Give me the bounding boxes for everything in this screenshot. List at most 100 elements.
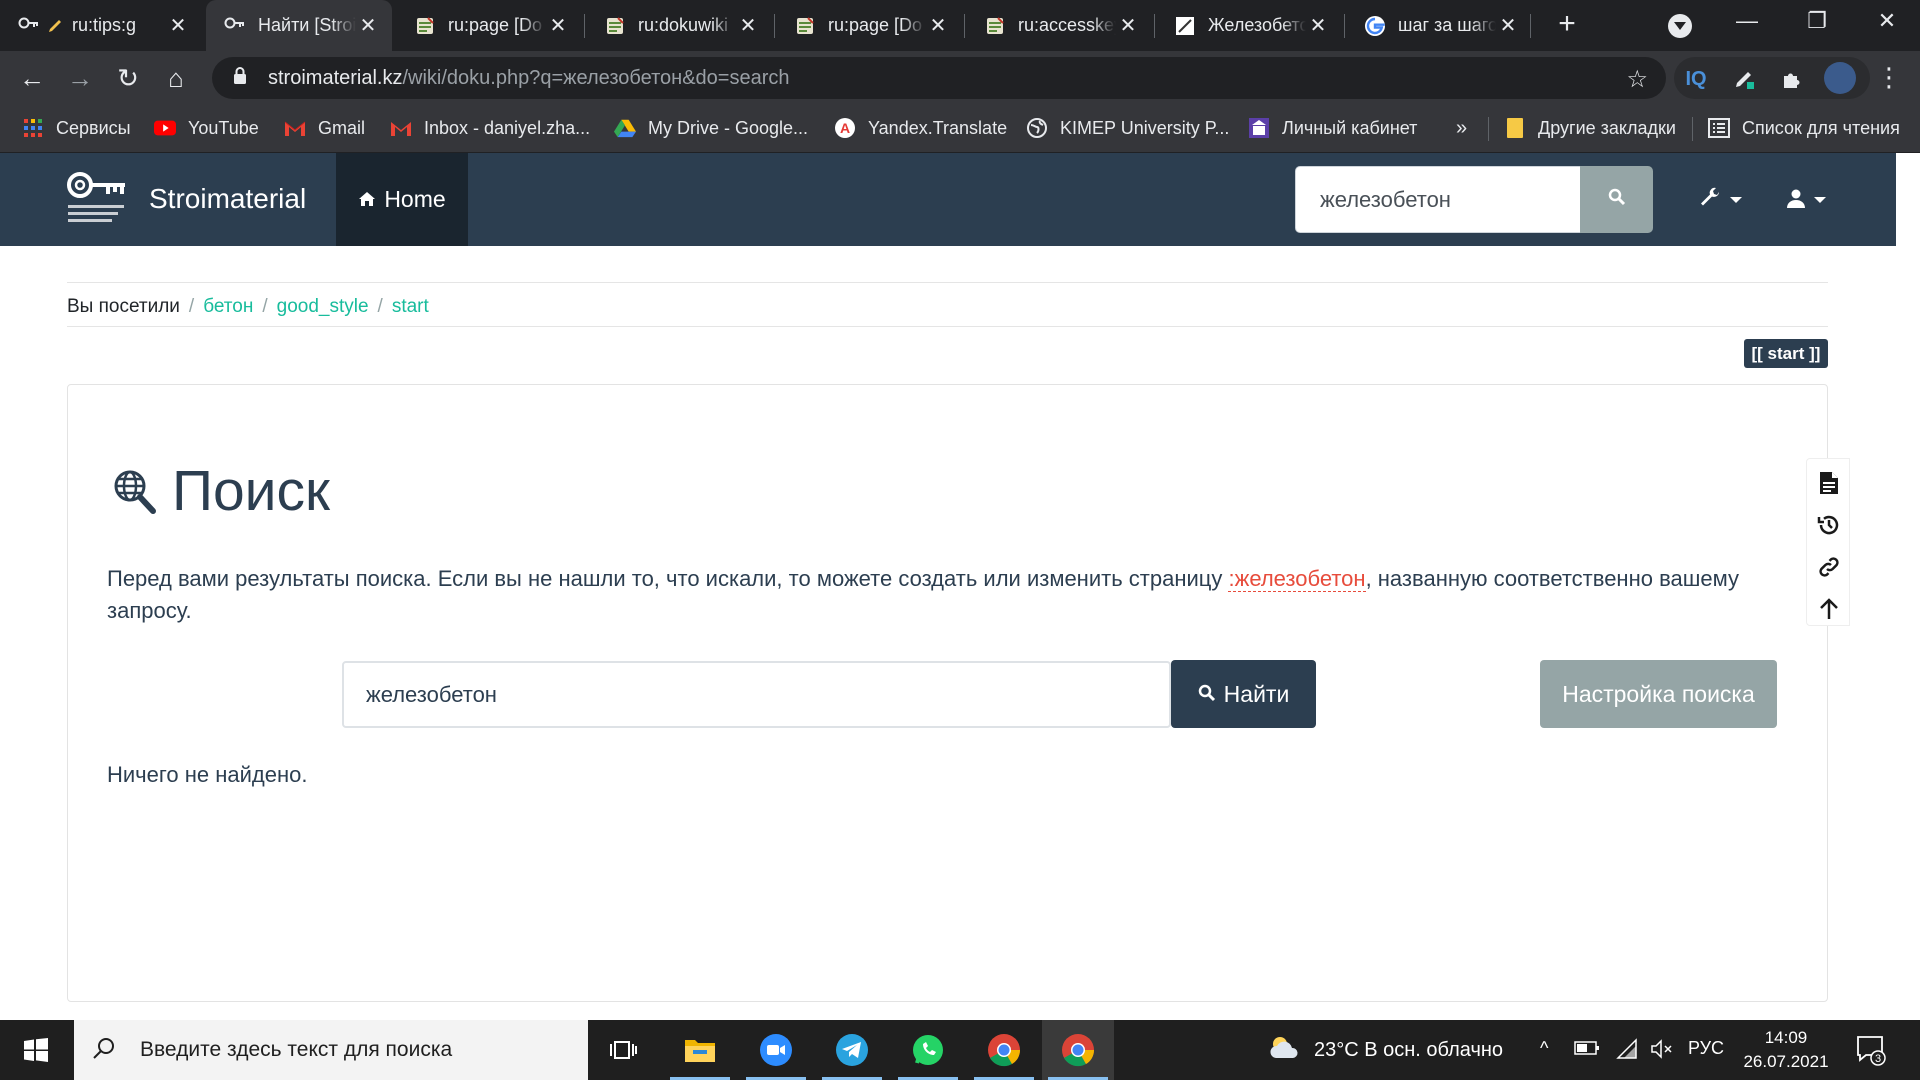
bookmark-google-drive[interactable]: My Drive - Google... <box>614 105 808 151</box>
gmail-icon <box>284 117 306 139</box>
no-results-text: Ничего не найдено. <box>107 762 308 787</box>
language-indicator[interactable]: РУС <box>1688 1038 1724 1059</box>
breadcrumb-item-good-style[interactable]: good_style <box>277 296 369 318</box>
iq-extension-icon[interactable]: IQ <box>1682 65 1710 93</box>
battery-icon[interactable] <box>1574 1040 1600 1061</box>
reading-list[interactable]: Список для чтения <box>1708 105 1900 151</box>
back-to-top-icon[interactable] <box>1817 597 1841 621</box>
system-clock[interactable]: 14:09 26.07.2021 <box>1738 1026 1834 1074</box>
site-navbar: Stroimaterial Home железобетон <box>0 153 1896 246</box>
history-icon[interactable] <box>1817 513 1841 537</box>
bookmark-yandex-translate[interactable]: A Yandex.Translate <box>834 105 1007 151</box>
puzzle-extensions-icon[interactable] <box>1778 65 1806 93</box>
tab-ru-accesskey[interactable]: ru:accesskey ✕ <box>966 0 1152 51</box>
bookmark-kimep[interactable]: KIMEP University P... <box>1026 105 1229 151</box>
tab-title: ru:dokuwiki <box>638 15 729 35</box>
close-icon[interactable]: ✕ <box>926 13 950 38</box>
bookmark-personal-cabinet[interactable]: Личный кабинет <box>1248 105 1417 151</box>
minimize-icon[interactable]: — <box>1716 0 1778 42</box>
telegram-icon[interactable] <box>816 1020 888 1080</box>
breadcrumb-item-beton[interactable]: бетон <box>203 296 253 318</box>
tab-ru-tips[interactable]: ru:tips:g ✕ <box>0 0 202 51</box>
bookmark-services[interactable]: Сервисы <box>22 105 131 151</box>
pen-extension-icon[interactable] <box>1730 65 1758 93</box>
google-drive-icon <box>614 117 636 139</box>
building-icon <box>1248 117 1270 139</box>
site-brand[interactable]: Stroimaterial <box>149 183 306 215</box>
nav-search-button[interactable] <box>1580 166 1653 233</box>
breadcrumb-item-start[interactable]: start <box>392 296 429 318</box>
close-icon[interactable]: ✕ <box>1116 13 1140 38</box>
volume-muted-icon[interactable] <box>1650 1038 1674 1065</box>
tab-ru-dokuwiki[interactable]: ru:dokuwiki ✕ <box>586 0 772 51</box>
page-tools-sidebar <box>1806 458 1850 626</box>
chrome-active-icon[interactable] <box>1042 1020 1114 1080</box>
tab-zhelezobeton[interactable]: Железобетон ✕ <box>1156 0 1342 51</box>
tab-ru-page-2[interactable]: ru:page [Do ✕ <box>776 0 962 51</box>
file-explorer-icon[interactable] <box>664 1020 736 1080</box>
dokuwiki-favicon-icon <box>984 15 1006 37</box>
new-tab-button[interactable]: + <box>1550 8 1584 42</box>
page-id-badge[interactable]: [[ start ]] <box>1744 339 1828 368</box>
search-submit-button[interactable]: Найти <box>1171 660 1316 728</box>
reload-icon[interactable]: ↻ <box>112 63 144 95</box>
tab-divider <box>1530 14 1531 38</box>
bookmark-other[interactable]: Другие закладки <box>1504 105 1676 151</box>
close-icon[interactable]: ✕ <box>356 13 380 38</box>
profile-avatar[interactable] <box>1824 62 1856 94</box>
page-scrollbar[interactable] <box>1896 153 1920 1020</box>
search-query-input[interactable]: железобетон <box>342 661 1171 728</box>
nav-home-link[interactable]: Home <box>336 153 468 246</box>
youtube-icon <box>154 117 176 139</box>
globe-search-icon <box>113 469 157 515</box>
close-icon[interactable]: ✕ <box>736 13 760 38</box>
nav-search-input[interactable]: железобетон <box>1295 166 1581 233</box>
zoom-icon[interactable] <box>740 1020 812 1080</box>
tab-divider <box>1154 14 1155 38</box>
wifi-icon[interactable] <box>1616 1038 1638 1065</box>
user-dropdown[interactable] <box>1786 183 1826 217</box>
breadcrumb-divider <box>67 326 1828 327</box>
close-icon[interactable]: ✕ <box>546 13 570 38</box>
back-icon[interactable]: ← <box>16 63 48 95</box>
address-bar[interactable]: stroimaterial.kz/wiki/doku.php?q=железоб… <box>212 57 1666 99</box>
backlinks-icon[interactable] <box>1817 555 1841 579</box>
tab-search-icon[interactable] <box>1668 14 1692 38</box>
restore-icon[interactable]: ❐ <box>1786 0 1848 42</box>
tools-dropdown[interactable] <box>1698 183 1742 217</box>
task-view-icon[interactable] <box>588 1020 660 1080</box>
show-page-icon[interactable] <box>1817 471 1841 495</box>
bookmark-inbox[interactable]: Inbox - daniyel.zha... <box>390 105 590 151</box>
create-page-link[interactable]: :железобетон <box>1228 566 1366 592</box>
tab-title: шаг за шагом <box>1398 15 1496 35</box>
close-window-icon[interactable]: ✕ <box>1856 0 1918 42</box>
weather-widget[interactable]: 23°C В осн. облачно <box>1268 1020 1503 1080</box>
bookmark-star-icon[interactable]: ☆ <box>1626 65 1648 94</box>
home-icon[interactable]: ⌂ <box>160 63 192 95</box>
lock-icon[interactable] <box>232 66 252 91</box>
advanced-search-button[interactable]: Настройка поиска <box>1540 660 1777 728</box>
search-intro-text: Перед вами результаты поиска. Если вы не… <box>107 563 1747 627</box>
bookmark-youtube[interactable]: YouTube <box>154 105 259 151</box>
bookmarks-overflow[interactable]: » <box>1456 105 1467 151</box>
pencil-icon <box>46 15 64 37</box>
notifications-icon[interactable]: 3 <box>1856 1034 1886 1066</box>
forward-icon[interactable]: → <box>64 63 96 95</box>
tab-ru-page-1[interactable]: ru:page [Do ✕ <box>396 0 582 51</box>
close-icon[interactable]: ✕ <box>1496 13 1520 38</box>
windows-start-icon[interactable] <box>0 1020 72 1080</box>
taskbar-search-input[interactable]: Введите здесь текст для поиска <box>74 1020 588 1080</box>
bookmark-gmail[interactable]: Gmail <box>284 105 365 151</box>
notification-count: 3 <box>1875 1053 1881 1065</box>
tab-search-active[interactable]: Найти [Stroimaterial] ✕ <box>206 0 392 51</box>
breadcrumb-separator: / <box>188 296 195 317</box>
site-logo[interactable] <box>66 169 130 231</box>
chrome-icon[interactable] <box>968 1020 1040 1080</box>
whatsapp-icon[interactable] <box>892 1020 964 1080</box>
tab-google-search[interactable]: шаг за шагом ✕ <box>1346 0 1532 51</box>
close-icon[interactable]: ✕ <box>1306 13 1330 38</box>
tab-title: Железобетон <box>1208 15 1306 35</box>
close-icon[interactable]: ✕ <box>166 13 190 38</box>
tray-chevron-up-icon[interactable]: ^ <box>1540 1038 1548 1059</box>
chrome-menu-icon[interactable]: ⋮ <box>1876 63 1902 93</box>
